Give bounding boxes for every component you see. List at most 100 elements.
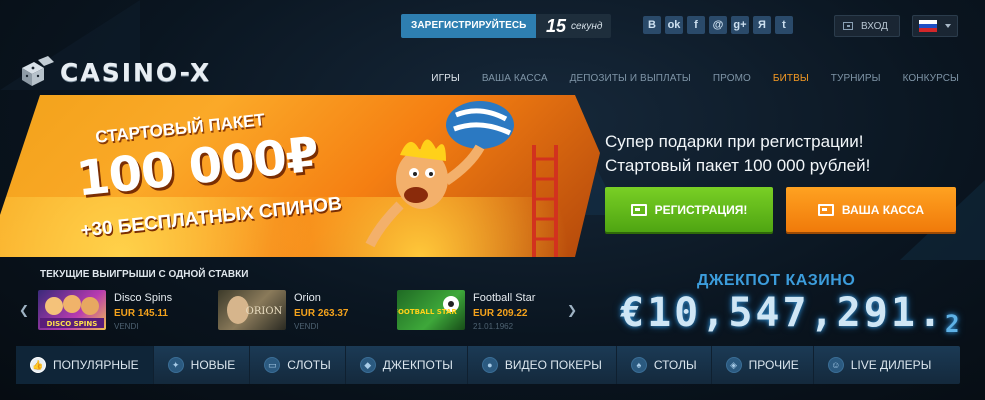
facebook-icon[interactable]: f: [687, 16, 705, 34]
game-thumbnail: DISCO SPINS: [38, 290, 106, 330]
yandex-icon[interactable]: Я: [753, 16, 771, 34]
nav-item-battles[interactable]: БИТВЫ: [773, 73, 809, 84]
site-logo[interactable]: CASINO-X: [18, 56, 211, 88]
register-button[interactable]: РЕГИСТРАЦИЯ!: [605, 187, 773, 232]
russian-flag-icon: [919, 20, 937, 32]
cartoon-hero-image: [365, 101, 514, 248]
live-dealer-icon: ☺: [827, 357, 844, 373]
quick-register-button[interactable]: ЗАРЕГИСТРИРУЙТЕСЬ ЗА 15 секунд: [401, 14, 611, 38]
win-amount: EUR 145.11: [114, 308, 168, 319]
win-item[interactable]: FOOTBALL STAR Football Star EUR 209.22 2…: [397, 290, 535, 331]
win-user: VENDI: [294, 322, 319, 331]
tab-popular[interactable]: 👍 ПОПУЛЯРНЫЕ: [16, 346, 154, 384]
ladder-decor: [532, 145, 558, 257]
tab-other[interactable]: ◈ ПРОЧИЕ: [712, 346, 814, 384]
chevron-left-icon[interactable]: ❮: [19, 303, 29, 317]
tab-label: LIVE ДИЛЕРЫ: [850, 358, 932, 372]
win-info: Orion EUR 263.37 VENDI: [294, 290, 348, 331]
flag-stripe: [919, 28, 937, 32]
cashier-button-label: ВАША КАССА: [841, 202, 925, 217]
tab-label: СЛОТЫ: [287, 358, 331, 372]
dice-logo-icon: [22, 56, 54, 86]
promo-banner[interactable]: СТАРТОВЫЙ ПАКЕТ 100 000₽ +30 БЕСПЛАТНЫХ …: [0, 95, 600, 257]
logo-text: CASINO-X: [60, 57, 212, 87]
thumbs-up-icon: 👍: [30, 357, 46, 373]
game-thumbnail-art: FOOTBALL STAR: [397, 296, 459, 316]
win-game-name: Disco Spins: [114, 292, 173, 304]
game-thumbnail-art: ORION: [227, 296, 283, 324]
promo-line-2: Стартовый пакет 100 000 рублей!: [605, 156, 871, 175]
promo-text: Супер подарки при регистрации! Стартовый…: [605, 130, 870, 178]
tab-label: СТОЛЫ: [653, 358, 697, 372]
thumbnail-title: DISCO SPINS: [47, 320, 98, 328]
current-wins-title: ТЕКУЩИЕ ВЫИГРЫШИ С ОДНОЙ СТАВКИ: [40, 269, 249, 280]
win-amount: EUR 209.22: [473, 308, 528, 319]
login-label: ВХОД: [861, 20, 888, 32]
tab-video-poker[interactable]: ● ВИДЕО ПОКЕРЫ: [468, 346, 617, 384]
nav-item-tournaments[interactable]: ТУРНИРЫ: [831, 73, 881, 84]
thumbnail-title: FOOTBALL STAR: [397, 308, 457, 316]
tab-jackpots[interactable]: ◆ ДЖЕКПОТЫ: [346, 346, 468, 384]
new-badge-icon: ✦: [167, 357, 184, 373]
nav-item-promo[interactable]: ПРОМО: [713, 73, 751, 84]
tab-label: ВИДЕО ПОКЕРЫ: [504, 358, 602, 372]
win-user: VENDI: [114, 322, 139, 331]
google-plus-icon[interactable]: g+: [731, 16, 749, 34]
tab-slots[interactable]: ▭ СЛОТЫ: [250, 346, 346, 384]
register-button-label: РЕГИСТРАЦИЯ!: [654, 202, 748, 217]
social-links: B ok f @ g+ Я t: [643, 16, 793, 34]
register-seconds: 15: [546, 15, 567, 36]
login-button[interactable]: ВХОД: [834, 15, 900, 37]
win-item[interactable]: ORION Orion EUR 263.37 VENDI: [218, 290, 348, 331]
tab-label: ПРОЧИЕ: [748, 358, 799, 372]
register-timer: 15 секунд: [536, 14, 611, 38]
register-seconds-unit: секунд: [571, 20, 603, 32]
diamond-icon: ◆: [359, 357, 376, 373]
thumbnail-title: ORION: [246, 306, 283, 317]
tab-new[interactable]: ✦ НОВЫЕ: [154, 346, 251, 384]
game-thumbnail: ORION: [218, 290, 286, 330]
wallet-icon: [817, 203, 834, 216]
nav-item-deposits[interactable]: ДЕПОЗИТЫ И ВЫПЛАТЫ: [570, 73, 691, 84]
cashier-button[interactable]: ВАША КАССА: [786, 187, 956, 232]
nav-item-games[interactable]: ИГРЫ: [431, 73, 460, 84]
win-game-name: Football Star: [473, 292, 536, 304]
vk-icon[interactable]: B: [643, 16, 661, 34]
slots-icon: ▭: [264, 357, 281, 373]
mailru-icon[interactable]: @: [709, 16, 727, 34]
tab-label: ПОПУЛЯРНЫЕ: [53, 358, 139, 372]
game-categories-bar: 👍 ПОПУЛЯРНЫЕ ✦ НОВЫЕ ▭ СЛОТЫ ◆ ДЖЕКПОТЫ …: [16, 346, 960, 384]
chevron-down-icon: [945, 24, 951, 28]
nav-item-cashier[interactable]: ВАША КАССА: [482, 73, 548, 84]
win-info: Football Star EUR 209.22 21.01.1962: [473, 290, 535, 331]
top-bar: ЗАРЕГИСТРИРУЙТЕСЬ ЗА 15 секунд B ok f @ …: [0, 12, 985, 40]
win-amount: EUR 263.37: [294, 308, 349, 319]
table-games-icon: ♠: [630, 357, 647, 373]
jackpot-decimal: 2: [944, 310, 963, 338]
win-user: 21.01.1962: [473, 322, 514, 331]
tab-tables[interactable]: ♠ СТОЛЫ: [617, 346, 712, 384]
win-game-name: Orion: [294, 292, 321, 304]
promo-line-1: Супер подарки при регистрации!: [605, 132, 864, 151]
jackpot-value: €10,547,291.2: [620, 290, 962, 338]
poker-chip-icon: ●: [481, 357, 498, 373]
tab-label: НОВЫЕ: [190, 358, 236, 372]
login-icon: [843, 22, 853, 30]
game-thumbnail-art: DISCO SPINS: [40, 295, 104, 328]
win-item[interactable]: DISCO SPINS Disco Spins EUR 145.11 VENDI: [38, 290, 172, 331]
dice-icon: ◈: [725, 357, 742, 373]
id-card-icon: [630, 203, 647, 216]
nav-item-contests[interactable]: КОНКУРСЫ: [903, 73, 959, 84]
language-selector[interactable]: [912, 15, 958, 37]
tab-label: ДЖЕКПОТЫ: [382, 358, 453, 372]
win-info: Disco Spins EUR 145.11 VENDI: [114, 290, 172, 331]
game-thumbnail: FOOTBALL STAR: [397, 290, 465, 330]
jackpot-amount: €10,547,291.: [620, 290, 945, 336]
odnoklassniki-icon[interactable]: ok: [665, 16, 683, 34]
tab-live-dealers[interactable]: ☺ LIVE ДИЛЕРЫ: [814, 346, 946, 384]
jackpot-title: ДЖЕКПОТ КАЗИНО: [697, 272, 856, 289]
chevron-right-icon[interactable]: ❯: [567, 303, 577, 317]
main-nav: ИГРЫ ВАША КАССА ДЕПОЗИТЫ И ВЫПЛАТЫ ПРОМО…: [431, 73, 959, 84]
quick-register-label: ЗАРЕГИСТРИРУЙТЕСЬ ЗА: [401, 14, 536, 38]
twitter-icon[interactable]: t: [775, 16, 793, 34]
